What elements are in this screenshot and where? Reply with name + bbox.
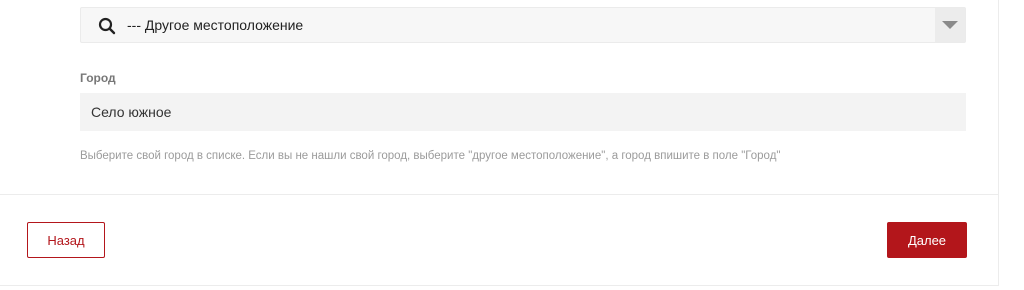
search-icon xyxy=(98,17,116,35)
panel-border xyxy=(998,0,999,286)
checkout-location-step: --- Другое местоположение Город Выберите… xyxy=(0,0,1024,290)
chevron-down-icon xyxy=(942,21,958,29)
city-label: Город xyxy=(80,71,116,85)
location-select[interactable]: --- Другое местоположение xyxy=(80,7,966,43)
dropdown-toggle[interactable] xyxy=(935,8,965,42)
city-help-text: Выберите свой город в списке. Если вы не… xyxy=(80,150,781,162)
city-field[interactable] xyxy=(80,93,966,131)
section-divider xyxy=(0,194,998,195)
next-button[interactable]: Далее xyxy=(887,222,967,258)
location-select-value: --- Другое местоположение xyxy=(127,17,304,33)
footer-divider xyxy=(0,285,998,286)
back-button[interactable]: Назад xyxy=(27,222,105,258)
